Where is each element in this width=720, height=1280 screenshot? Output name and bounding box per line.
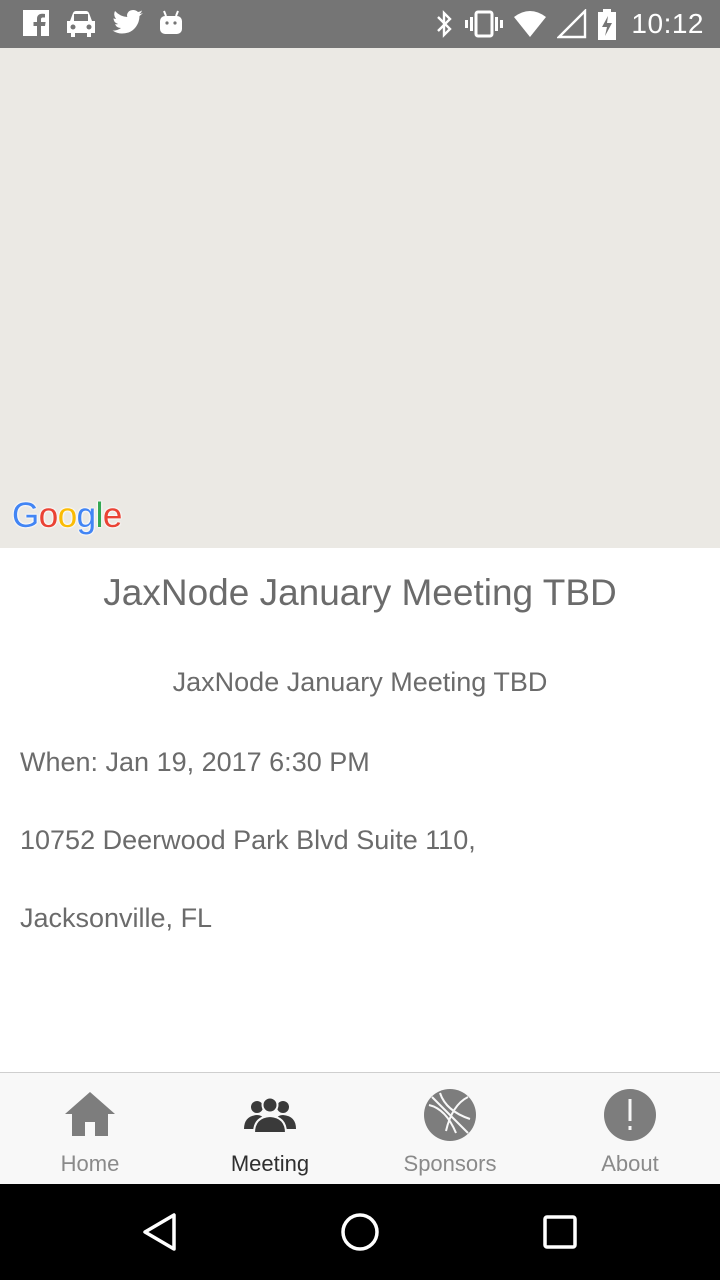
tab-sponsors[interactable]: Sponsors	[360, 1073, 540, 1184]
facebook-icon	[22, 9, 50, 39]
tab-meeting[interactable]: Meeting	[180, 1073, 360, 1184]
bottom-tab-bar: Home Meeting Sponsors About	[0, 1072, 720, 1184]
android-icon	[158, 9, 184, 39]
back-icon[interactable]	[138, 1210, 182, 1254]
home-icon	[62, 1087, 118, 1143]
map-view[interactable]: Google	[0, 48, 720, 548]
tab-about-label: About	[601, 1151, 659, 1176]
meeting-when: When: Jan 19, 2017 6:30 PM	[20, 747, 370, 777]
signal-icon	[557, 9, 587, 39]
meeting-title: JaxNode January Meeting TBD	[103, 572, 617, 613]
tab-home-label: Home	[60, 1151, 120, 1176]
google-logo: Google	[12, 496, 122, 535]
system-icons: 10:12	[435, 8, 704, 40]
tab-meeting-label: Meeting	[230, 1151, 310, 1176]
tab-home[interactable]: Home	[0, 1073, 180, 1184]
vibrate-icon	[465, 9, 504, 39]
tab-about[interactable]: About	[540, 1073, 720, 1184]
twitter-icon	[112, 9, 144, 39]
tab-sponsors-label: Sponsors	[403, 1151, 497, 1176]
battery-charging-icon	[597, 9, 617, 40]
recents-square-icon[interactable]	[538, 1210, 582, 1254]
people-icon	[242, 1087, 298, 1143]
basketball-icon	[422, 1087, 478, 1143]
bluetooth-icon	[435, 9, 455, 39]
meeting-address-line2: Jacksonville, FL	[20, 903, 213, 933]
notification-icons	[22, 8, 184, 40]
meeting-subtitle: JaxNode January Meeting TBD	[172, 667, 548, 697]
status-time: 10:12	[631, 8, 704, 39]
meeting-address-line1: 10752 Deerwood Park Blvd Suite 110,	[20, 825, 476, 855]
exclamation-icon	[602, 1087, 658, 1143]
wifi-icon	[513, 9, 547, 39]
home-circle-icon[interactable]	[338, 1210, 382, 1254]
status-bar: 10:12	[0, 0, 720, 48]
system-navigation-bar	[0, 1184, 720, 1280]
car-icon	[64, 9, 98, 39]
